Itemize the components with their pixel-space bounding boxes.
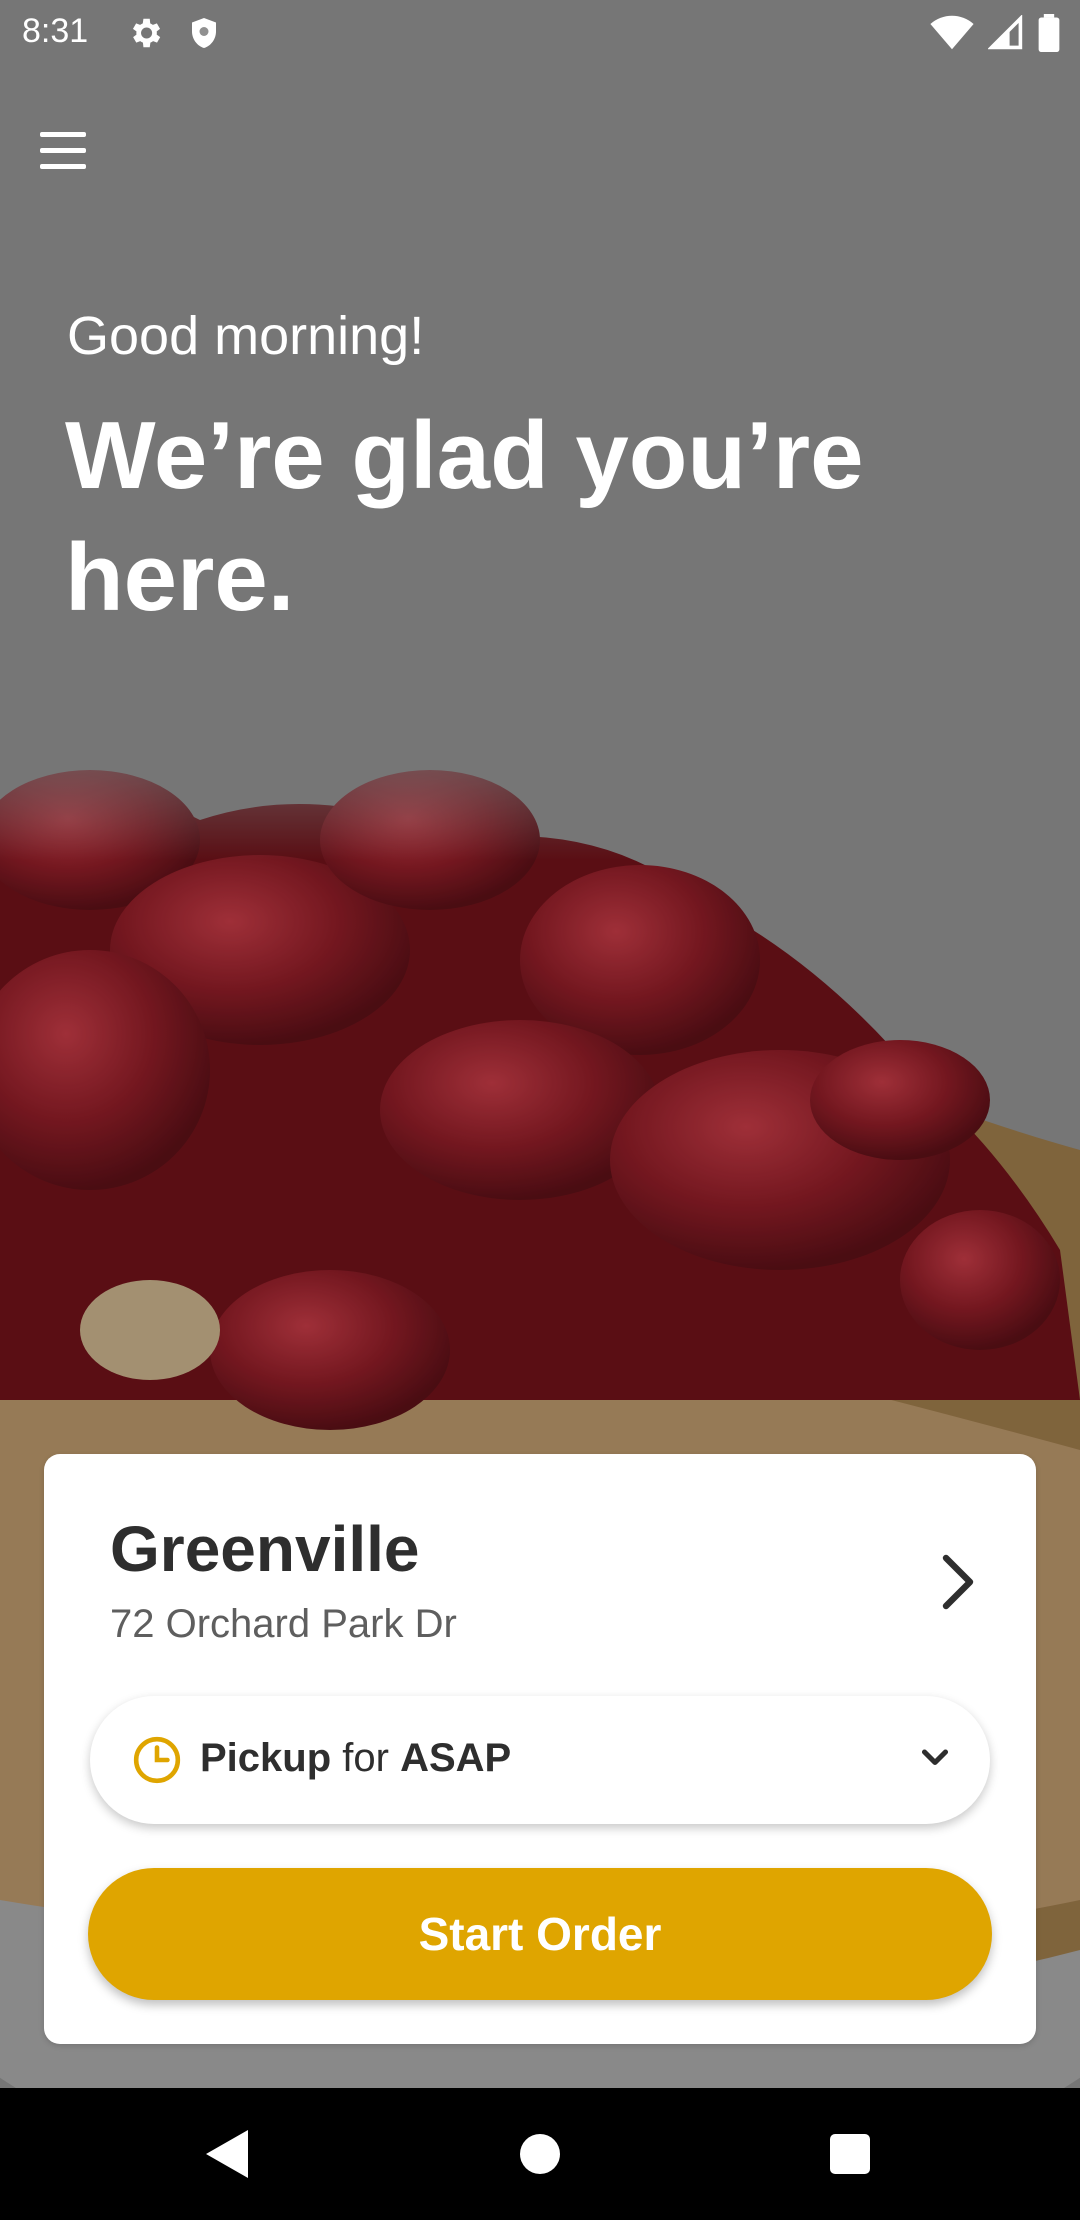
gear-icon <box>132 18 161 48</box>
battery-icon <box>1038 14 1060 52</box>
location-card: Greenville 72 Orchard Park Dr Pickup for… <box>44 1454 1036 2044</box>
shield-icon <box>192 18 216 48</box>
headline-text: We’re glad you’re here. <box>65 402 864 631</box>
system-nav-bar <box>0 2088 1080 2220</box>
store-name[interactable]: Greenville <box>110 1512 420 1586</box>
back-icon[interactable] <box>204 2128 250 2180</box>
pickup-time: ASAP <box>400 1736 512 1780</box>
status-time: 8:31 <box>22 12 89 50</box>
signal-icon <box>988 15 1023 50</box>
store-address[interactable]: 72 Orchard Park Dr <box>110 1602 457 1647</box>
wifi-icon <box>930 15 974 50</box>
pickup-mode: Pickup <box>200 1736 332 1780</box>
chevron-down-icon <box>921 1749 949 1766</box>
chevron-right-icon[interactable] <box>938 1554 978 1610</box>
greeting-text: Good morning! <box>67 306 425 366</box>
pickup-time-selector[interactable]: Pickup for ASAP <box>90 1696 990 1824</box>
pickup-label: Pickup for ASAP <box>200 1736 511 1781</box>
pickup-connector: for <box>342 1736 389 1780</box>
hamburger-menu-icon[interactable] <box>40 124 92 176</box>
recents-icon[interactable] <box>830 2134 870 2174</box>
status-bar: 8:31 <box>0 0 1080 66</box>
start-order-button[interactable]: Start Order <box>88 1868 992 2000</box>
home-icon[interactable] <box>520 2134 560 2174</box>
clock-icon <box>133 1736 181 1784</box>
